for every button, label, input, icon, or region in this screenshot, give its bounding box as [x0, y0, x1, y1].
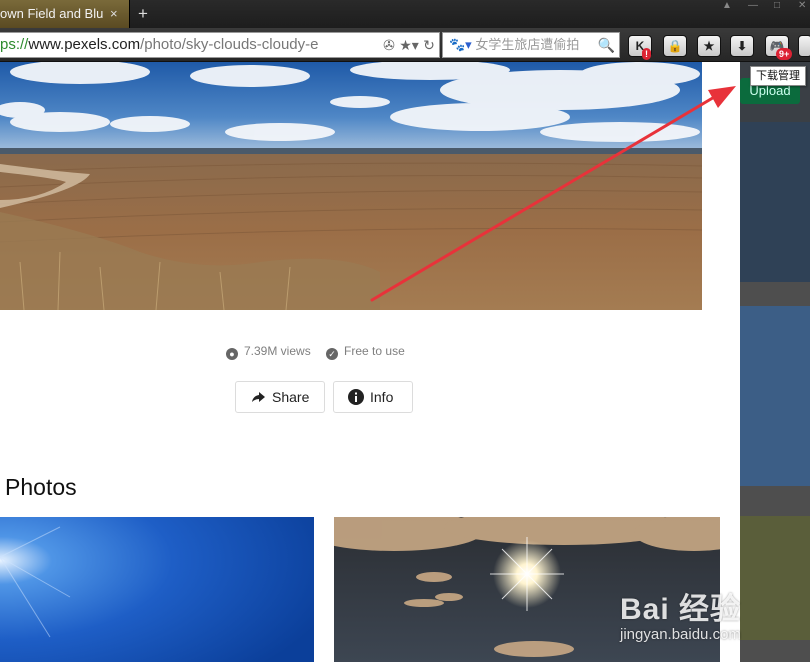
- tab-close-icon[interactable]: ×: [110, 0, 118, 28]
- k-extension-button[interactable]: K !: [628, 35, 652, 60]
- baidu-jingyan-watermark: Bai 经验 jingyan.baidu.com: [620, 584, 800, 648]
- active-tab[interactable]: own Field and Blu ×: [0, 0, 130, 28]
- bookmark-star-icon[interactable]: ★▾: [399, 33, 419, 57]
- share-label: Share: [272, 389, 310, 405]
- game-extension-button[interactable]: 🎮 9+: [765, 35, 793, 60]
- new-tab-button[interactable]: +: [138, 0, 148, 28]
- star-extension-button[interactable]: ★: [697, 35, 721, 57]
- license-stat: ✓ Free to use: [326, 344, 405, 360]
- refresh-icon[interactable]: ↻: [419, 33, 439, 57]
- menu-icon[interactable]: ▲: [722, 0, 732, 12]
- url-host: www.pexels.com: [28, 36, 141, 53]
- views-count: 7.39M views: [244, 344, 311, 358]
- watermark-url: jingyan.baidu.com: [620, 626, 741, 643]
- lock-extension-button[interactable]: 🔒: [663, 35, 687, 57]
- blue-sky-image: [0, 517, 314, 662]
- tab-bar: own Field and Blu × + ▲ — □ ✕: [0, 0, 810, 28]
- field-sky-image: [0, 62, 702, 310]
- baidu-search-engine-icon[interactable]: 🐾▾: [449, 37, 472, 52]
- side-panel: Upload: [740, 62, 810, 662]
- share-arrow-icon: [252, 392, 265, 402]
- license-label: Free to use: [344, 344, 405, 358]
- hero-photo[interactable]: [0, 62, 702, 310]
- browser-toolbar: ps://www.pexels.com/photo/sky-clouds-clo…: [0, 28, 810, 62]
- photo-stats: ● 7.39M views ✓ Free to use: [226, 344, 417, 360]
- tab-title: own Field and Blu: [0, 6, 104, 21]
- address-bar[interactable]: ps://www.pexels.com/photo/sky-clouds-clo…: [0, 32, 440, 58]
- star-icon: ★: [703, 39, 715, 53]
- info-label: Info: [370, 389, 394, 405]
- search-input[interactable]: 女学生旅店遭偷拍: [475, 37, 579, 52]
- lock-icon: 🔒: [667, 39, 683, 53]
- search-box[interactable]: 🐾▾ 女学生旅店遭偷拍 🔍: [442, 32, 620, 58]
- share-button[interactable]: Share: [235, 381, 325, 413]
- download-manager-tooltip: 下载管理: [750, 66, 806, 86]
- info-button[interactable]: Info: [333, 381, 413, 413]
- k-badge: !: [642, 48, 651, 60]
- game-badge: 9+: [776, 48, 793, 60]
- url-path: /photo/sky-clouds-cloudy-e: [140, 36, 319, 53]
- address-bar-icons: ✇ ★▾ ↻: [375, 33, 439, 57]
- url-scheme: ps://: [0, 36, 29, 53]
- maximize-icon[interactable]: □: [774, 0, 780, 12]
- photo-thumbnail-blue-sky[interactable]: [0, 517, 314, 662]
- more-extensions-button[interactable]: [798, 35, 810, 57]
- side-panel-background: [740, 62, 810, 662]
- compat-mode-icon[interactable]: ✇: [379, 33, 399, 57]
- close-window-icon[interactable]: ✕: [798, 0, 806, 12]
- views-stat: ● 7.39M views: [226, 344, 311, 360]
- minimize-icon[interactable]: —: [748, 0, 758, 12]
- page-content: ● 7.39M views ✓ Free to use Share Info r P…: [0, 62, 740, 662]
- eye-icon: ●: [226, 348, 238, 360]
- screenshot: own Field and Blu × + ▲ — □ ✕ ps://www.p…: [0, 0, 810, 662]
- download-icon: ⬇: [736, 39, 748, 53]
- check-circle-icon: ✓: [326, 348, 339, 360]
- info-icon: [348, 389, 364, 405]
- watermark-logo: Bai 经验: [620, 593, 742, 626]
- search-icon[interactable]: 🔍: [598, 33, 615, 57]
- similar-photos-title: r Photos: [0, 474, 77, 500]
- download-manager-button[interactable]: ⬇: [730, 35, 754, 57]
